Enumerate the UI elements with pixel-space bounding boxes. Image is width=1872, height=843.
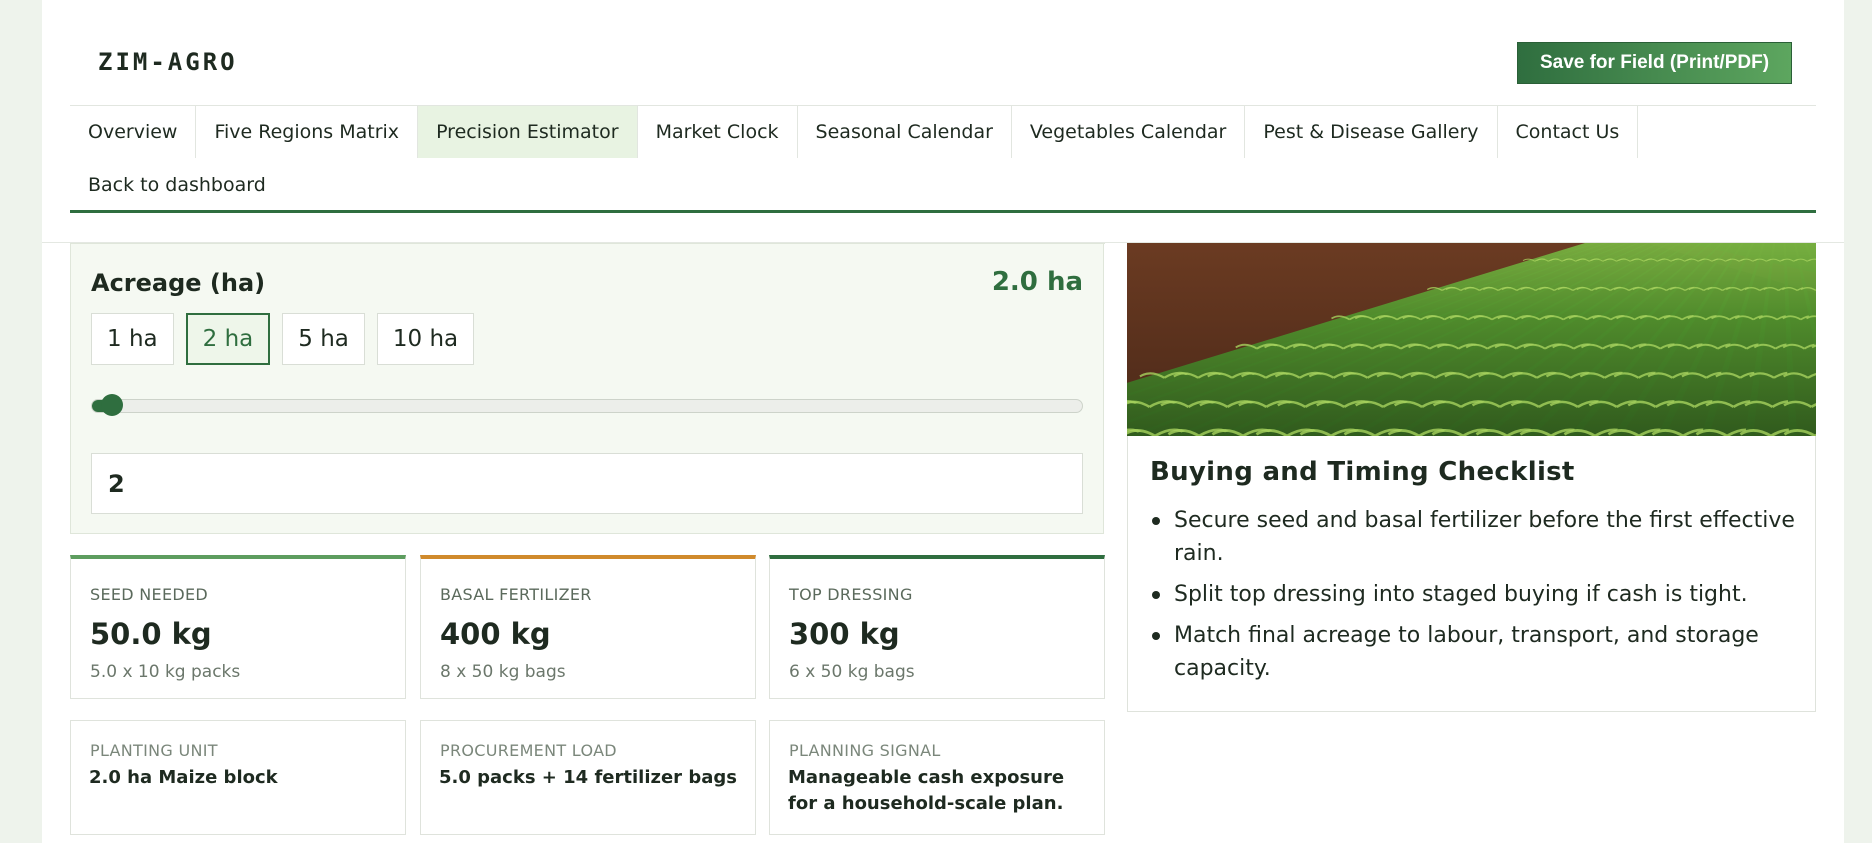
tab-contact-us[interactable]: Contact Us bbox=[1498, 106, 1639, 158]
checklist-item: Secure seed and basal fertilizer before … bbox=[1150, 504, 1800, 570]
save-for-field-button[interactable]: Save for Field (Print/PDF) bbox=[1517, 42, 1792, 84]
planning-signal-card: PLANNING SIGNAL Manageable cash exposure… bbox=[769, 720, 1105, 835]
planting-unit-card: PLANTING UNIT 2.0 ha Maize block bbox=[70, 720, 406, 835]
preset-1ha-button[interactable]: 1 ha bbox=[91, 313, 174, 365]
checklist-card: Buying and Timing Checklist Secure seed … bbox=[1127, 436, 1816, 712]
card-amount: 400 kg bbox=[440, 617, 551, 651]
preset-10ha-button[interactable]: 10 ha bbox=[376, 313, 475, 365]
acreage-panel: Acreage (ha) 2.0 ha 1 ha 2 ha 5 ha 10 ha bbox=[70, 230, 1105, 534]
nav-tabs: Overview Five Regions Matrix Precision E… bbox=[70, 106, 1816, 158]
card-detail: 5.0 packs + 14 fertilizer bags bbox=[439, 767, 737, 788]
card-kicker: PLANNING SIGNAL bbox=[789, 741, 941, 760]
basal-fertilizer-card: BASAL FERTILIZER 400 kg 8 x 50 kg bags bbox=[420, 555, 756, 699]
card-detail: Manageable cash exposure for a household… bbox=[788, 767, 1065, 814]
checklist-title: Buying and Timing Checklist bbox=[1150, 457, 1575, 487]
card-amount: 50.0 kg bbox=[90, 617, 212, 651]
acreage-slider-thumb[interactable] bbox=[101, 394, 123, 416]
card-sub: 8 x 50 kg bags bbox=[440, 662, 566, 682]
top-dressing-card: TOP DRESSING 300 kg 6 x 50 kg bags bbox=[769, 555, 1105, 699]
tab-vegetables-calendar[interactable]: Vegetables Calendar bbox=[1012, 106, 1246, 158]
card-kicker: PROCUREMENT LOAD bbox=[440, 741, 617, 760]
acreage-value: 2.0 ha bbox=[991, 267, 1083, 297]
tab-overview[interactable]: Overview bbox=[70, 106, 197, 158]
seed-needed-card: SEED NEEDED 50.0 kg 5.0 x 10 kg packs bbox=[70, 555, 406, 699]
tab-market-clock[interactable]: Market Clock bbox=[638, 106, 798, 158]
card-sub: 5.0 x 10 kg packs bbox=[90, 662, 241, 682]
page: Buying and Timing Checklist Secure seed … bbox=[42, 0, 1844, 843]
panel-divider bbox=[71, 243, 1105, 244]
back-to-dashboard-link[interactable]: Back to dashboard bbox=[88, 174, 266, 196]
acreage-slider[interactable] bbox=[91, 394, 1083, 416]
tab-seasonal-calendar[interactable]: Seasonal Calendar bbox=[798, 106, 1012, 158]
acreage-input[interactable] bbox=[91, 453, 1083, 514]
card-kicker: BASAL FERTILIZER bbox=[440, 585, 592, 604]
acreage-label: Acreage (ha) bbox=[91, 269, 266, 297]
checklist-item: Match final acreage to labour, transport… bbox=[1150, 619, 1800, 685]
tab-precision-estimator[interactable]: Precision Estimator bbox=[418, 106, 638, 158]
card-amount: 300 kg bbox=[789, 617, 900, 651]
acreage-presets: 1 ha 2 ha 5 ha 10 ha bbox=[91, 313, 475, 365]
preset-5ha-button[interactable]: 5 ha bbox=[282, 313, 365, 365]
tab-pest-disease-gallery[interactable]: Pest & Disease Gallery bbox=[1245, 106, 1498, 158]
card-kicker: TOP DRESSING bbox=[789, 585, 913, 604]
tab-five-regions-matrix[interactable]: Five Regions Matrix bbox=[196, 106, 419, 158]
maize-field-illustration bbox=[1127, 243, 1816, 436]
checklist-item: Split top dressing into staged buying if… bbox=[1150, 578, 1800, 611]
card-kicker: SEED NEEDED bbox=[90, 585, 209, 604]
preset-2ha-button[interactable]: 2 ha bbox=[185, 313, 271, 365]
card-detail: 2.0 ha Maize block bbox=[89, 767, 278, 788]
main-nav: Overview Five Regions Matrix Precision E… bbox=[70, 105, 1816, 213]
card-kicker: PLANTING UNIT bbox=[90, 741, 218, 760]
card-sub: 6 x 50 kg bags bbox=[789, 662, 915, 682]
checklist-list: Secure seed and basal fertilizer before … bbox=[1150, 504, 1800, 693]
maize-field-photo bbox=[1127, 243, 1816, 436]
site-header: ZIM-AGRO Save for Field (Print/PDF) Over… bbox=[42, 0, 1844, 243]
brand-logo[interactable]: ZIM-AGRO bbox=[98, 48, 238, 76]
procurement-load-card: PROCUREMENT LOAD 5.0 packs + 14 fertiliz… bbox=[420, 720, 756, 835]
